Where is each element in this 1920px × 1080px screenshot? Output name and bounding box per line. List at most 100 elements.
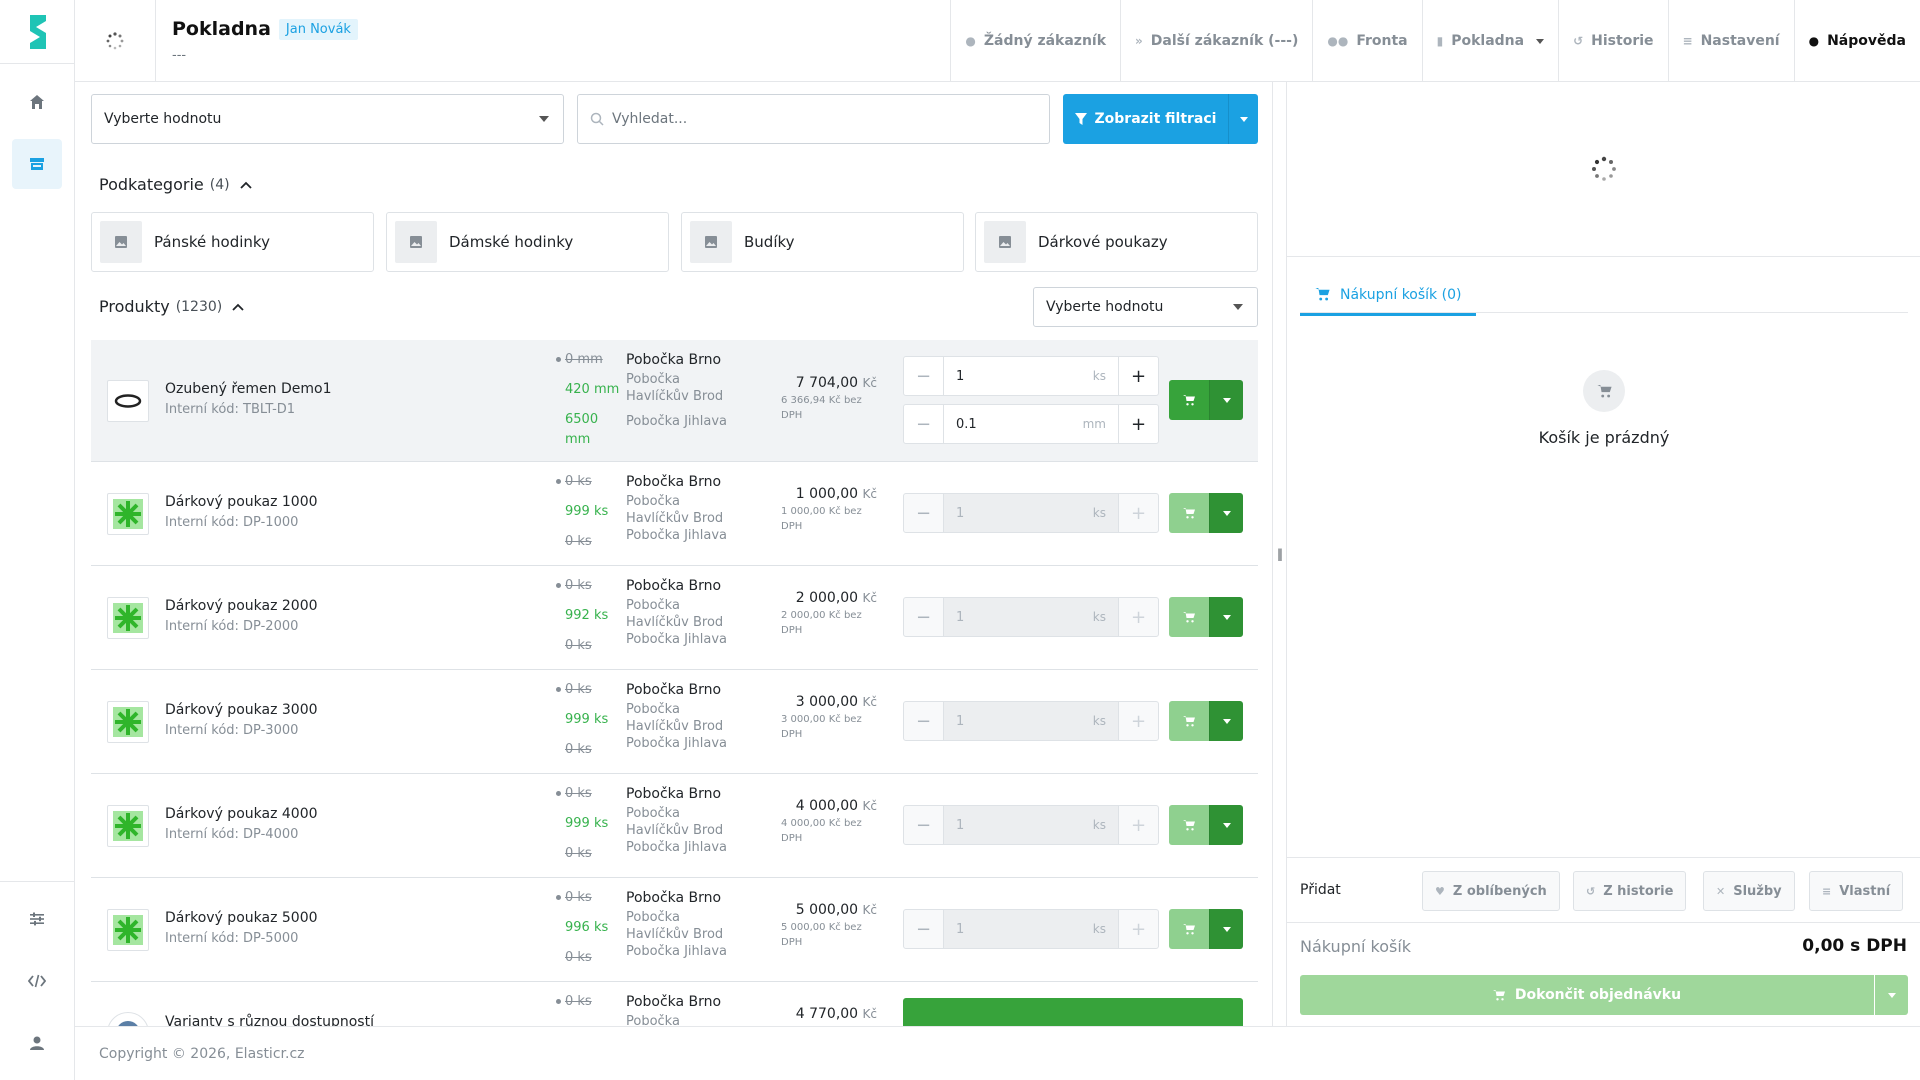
stock-value: 6500 <box>565 412 599 427</box>
quantity-input[interactable]: 1 ks <box>944 357 1118 395</box>
settings-button[interactable] <box>12 894 62 944</box>
cart-icon[interactable] <box>1169 597 1209 637</box>
products-header[interactable]: Produkty (1230) <box>99 297 244 316</box>
chevron-down-icon <box>1222 510 1231 516</box>
finish-order-dropdown[interactable] <box>1874 975 1908 1015</box>
quantity-input[interactable]: 1 ks <box>944 806 1118 844</box>
user-icon: ● <box>965 34 976 48</box>
add-services-button[interactable]: ✕ Služby <box>1703 871 1795 911</box>
add-to-cart-button[interactable] <box>1169 493 1243 533</box>
decrement-button[interactable]: − <box>904 598 944 636</box>
add-options-toggle[interactable] <box>1209 597 1243 637</box>
increment-button[interactable]: + <box>1118 806 1158 844</box>
quantity-stepper[interactable]: − 1 ks + <box>903 493 1159 533</box>
nav-label: Další zákazník (---) <box>1150 33 1299 49</box>
tab-cart[interactable]: Nákupní košík (0) <box>1300 276 1477 316</box>
decrement-button[interactable]: − <box>904 494 944 532</box>
add-to-cart-button[interactable] <box>1169 380 1243 420</box>
branch-name: Pobočka Brno <box>626 994 722 1010</box>
home-button[interactable] <box>12 77 62 127</box>
cart-icon <box>1492 989 1505 1000</box>
quantity-stepper[interactable]: − 1 ks + <box>903 356 1159 396</box>
quantity-input[interactable]: 1 ks <box>944 598 1118 636</box>
product-row[interactable]: Dárkový poukaz 1000 Interní kód: DP-1000… <box>91 462 1258 566</box>
decrement-button[interactable]: − <box>904 357 944 395</box>
length-stepper[interactable]: − 0.1 mm + <box>903 404 1159 444</box>
product-panel: Vyberte hodnotu Vyhledat... Zobrazit fil… <box>75 82 1273 1026</box>
subcategory-card[interactable]: Dárkové poukazy <box>975 212 1258 272</box>
cart-icon[interactable] <box>1169 805 1209 845</box>
search-input[interactable]: Vyhledat... <box>577 94 1050 144</box>
cart-icon[interactable] <box>1169 380 1209 420</box>
quantity-stepper[interactable]: − 1 ks + <box>903 909 1159 949</box>
quantity-input[interactable]: 1 ks <box>944 494 1118 532</box>
length-input[interactable]: 0.1 mm <box>944 405 1118 443</box>
add-to-cart-button[interactable] <box>1169 909 1243 949</box>
add-options-toggle[interactable] <box>1209 701 1243 741</box>
show-filter-button[interactable]: Zobrazit filtraci <box>1063 94 1228 144</box>
add-options-toggle[interactable] <box>1209 909 1243 949</box>
nav-queue[interactable]: ●● Fronta <box>1312 0 1421 82</box>
product-row[interactable]: Dárkový poukaz 4000 Interní kód: DP-4000… <box>91 774 1258 878</box>
quantity-stepper[interactable]: − 1 ks + <box>903 597 1159 637</box>
add-to-cart-button[interactable] <box>1169 805 1243 845</box>
cart-icon[interactable] <box>1169 493 1209 533</box>
product-code: Interní kód: DP-1000 <box>165 515 299 530</box>
add-to-cart-button[interactable] <box>1169 701 1243 741</box>
panel-resize-handle[interactable]: ‖ <box>1273 82 1286 1026</box>
quantity-stepper[interactable]: − 1 ks + <box>903 805 1159 845</box>
product-row[interactable]: Dárkový poukaz 5000 Interní kód: DP-5000… <box>91 878 1258 982</box>
finish-order-button[interactable]: Dokončit objednávku <box>1300 975 1908 1015</box>
nav-customer[interactable]: ● Žádný zákazník <box>950 0 1120 82</box>
nav-register[interactable]: ▮ Pokladna <box>1421 0 1558 82</box>
subcategory-card[interactable]: Dámské hodinky <box>386 212 669 272</box>
developer-button[interactable] <box>12 956 62 1006</box>
app-logo[interactable] <box>0 0 75 64</box>
increment-button[interactable]: + <box>1118 357 1158 395</box>
add-custom-button[interactable]: ≡ Vlastní <box>1809 871 1904 911</box>
product-row[interactable]: Dárkový poukaz 3000 Interní kód: DP-3000… <box>91 670 1258 774</box>
product-image-icon <box>107 1012 149 1026</box>
spinner-icon <box>1592 156 1616 181</box>
increment-button[interactable]: + <box>1118 702 1158 740</box>
subcategory-card[interactable]: Pánské hodinky <box>91 212 374 272</box>
store-button[interactable] <box>12 139 62 189</box>
branch-name: Pobočka <box>626 702 680 717</box>
nav-label: Nastavení <box>1700 33 1780 49</box>
add-options-toggle[interactable] <box>1209 380 1243 420</box>
price-gross: 7 704,00 Kč <box>795 375 877 391</box>
nav-help[interactable]: ● Nápověda <box>1793 0 1920 82</box>
product-row[interactable]: Ozubený řemen Demo1 Interní kód: TBLT-D1… <box>91 340 1258 462</box>
add-from-history-button[interactable]: ↺ Z historie <box>1573 871 1687 911</box>
increment-button[interactable]: + <box>1118 494 1158 532</box>
nav-settings[interactable]: ≡ Nastavení <box>1667 0 1794 82</box>
finish-order-main[interactable]: Dokončit objednávku <box>1300 975 1874 1015</box>
increment-button[interactable]: + <box>1118 405 1158 443</box>
category-select[interactable]: Vyberte hodnotu <box>91 94 564 144</box>
add-from-favorites-button[interactable]: ♥ Z oblíbených <box>1422 871 1560 911</box>
product-row[interactable]: Dárkový poukaz 2000 Interní kód: DP-2000… <box>91 566 1258 670</box>
nav-next-customer[interactable]: » Další zákazník (---) <box>1120 0 1312 82</box>
choose-variant-button[interactable] <box>903 998 1243 1026</box>
add-to-cart-button[interactable] <box>1169 597 1243 637</box>
decrement-button[interactable]: − <box>904 405 944 443</box>
increment-button[interactable]: + <box>1118 598 1158 636</box>
decrement-button[interactable]: − <box>904 910 944 948</box>
cart-icon[interactable] <box>1169 909 1209 949</box>
subcategory-card[interactable]: Budíky <box>681 212 964 272</box>
quantity-input[interactable]: 1 ks <box>944 702 1118 740</box>
filter-dropdown-toggle[interactable] <box>1228 94 1258 144</box>
decrement-button[interactable]: − <box>904 806 944 844</box>
increment-button[interactable]: + <box>1118 910 1158 948</box>
quantity-stepper[interactable]: − 1 ks + <box>903 701 1159 741</box>
add-options-toggle[interactable] <box>1209 805 1243 845</box>
subcategories-header[interactable]: Podkategorie (4) <box>99 175 252 194</box>
add-options-toggle[interactable] <box>1209 493 1243 533</box>
quantity-input[interactable]: 1 ks <box>944 910 1118 948</box>
decrement-button[interactable]: − <box>904 702 944 740</box>
cart-icon[interactable] <box>1169 701 1209 741</box>
nav-history[interactable]: ↺ Historie <box>1558 0 1667 82</box>
profile-button[interactable] <box>12 1018 62 1068</box>
product-row[interactable]: Varianty s různou dostupností 0 ks Poboč… <box>91 982 1258 1026</box>
sort-select[interactable]: Vyberte hodnotu <box>1033 287 1258 327</box>
